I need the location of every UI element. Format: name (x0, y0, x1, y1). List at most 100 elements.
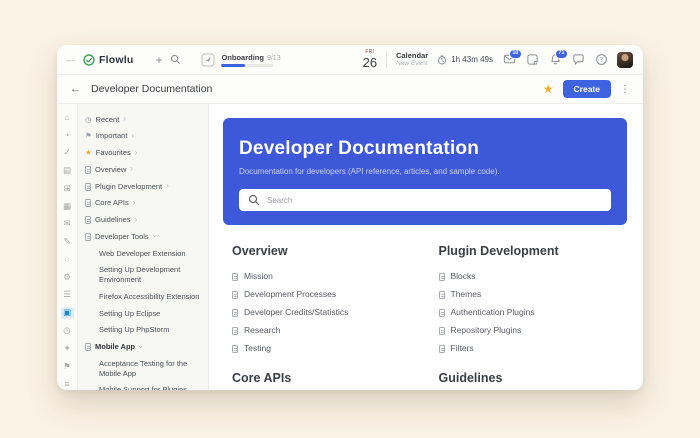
desktop-background: — Flowlu + Onboarding 9/13 FRI 26 Calend… (0, 0, 700, 438)
kb-article-link[interactable]: Authentication Plugins (438, 303, 618, 321)
kb-search-icon (248, 194, 260, 206)
kb-article-label: Filters (450, 343, 474, 353)
day-number: 26 (362, 55, 378, 70)
calendar-widget[interactable]: Calendar New Event (396, 51, 428, 69)
chevron-right-icon[interactable]: › (130, 165, 133, 173)
chevron-right-icon[interactable]: › (123, 115, 126, 123)
collapse-sidebar-icon[interactable]: — (66, 55, 75, 65)
rail-documents-icon[interactable]: ✎ (61, 235, 74, 247)
rail-apps-icon[interactable]: ⚑ (61, 360, 74, 372)
kb-article-link[interactable]: Mission (232, 267, 411, 285)
favourite-star-icon[interactable]: ★ (543, 83, 554, 95)
kb-banner: Developer Documentation Documentation fo… (223, 118, 627, 225)
kb-article-label: Development Processes (244, 289, 337, 299)
search-icon[interactable] (170, 54, 181, 65)
kb-search-input[interactable] (267, 195, 602, 205)
kb-article-link[interactable]: Developer Credits/Statistics (232, 303, 411, 321)
kb-article-link[interactable]: Themes (438, 285, 618, 303)
kb-content: Developer Documentation Documentation fo… (209, 104, 643, 390)
kb-article-link[interactable]: Repository Plugins (438, 321, 618, 339)
article-icon (438, 344, 445, 353)
rail-tasks-icon[interactable]: ✓ (61, 147, 74, 159)
kb-section-title[interactable]: Core APIs (232, 371, 411, 385)
help-button[interactable]: ? (594, 53, 608, 67)
tree-item[interactable]: Mobile App › (84, 339, 203, 356)
kb-section-title[interactable]: Overview (232, 244, 411, 258)
chevron-down-icon[interactable]: › (150, 235, 159, 238)
back-icon[interactable]: ← (70, 83, 81, 95)
notes-button[interactable] (525, 53, 539, 67)
tree-item[interactable]: ◷ Recent › (84, 111, 203, 128)
rail-crm-icon[interactable]: ◔ (61, 129, 74, 141)
tree-item[interactable]: Core APIs › (84, 195, 203, 212)
kb-article-link[interactable]: Development Processes (232, 285, 411, 303)
tree-item[interactable]: Mobile Support for Plugins (84, 382, 203, 390)
rail-automation-icon[interactable]: ⚙ (61, 271, 74, 283)
create-button[interactable]: Create (562, 80, 611, 98)
rail-team-icon[interactable]: ✦ (61, 342, 74, 354)
kb-article-label: Themes (450, 289, 482, 299)
app-body: ⌂ ◔ ✓ ▤ ⊞ ▦ ✉ ✎ ◌ ⚙ ☰ ▣ ◷ ✦ ⚑ ≡ ◷ Recent › ⚑ Important › ★ Fav… (57, 104, 643, 390)
article-icon (232, 344, 238, 353)
kb-tree-panel: ◷ Recent › ⚑ Important › ★ Favourites › Overview ›… (78, 104, 209, 390)
rail-mail-icon[interactable]: ✉ (61, 218, 74, 230)
kb-section-title[interactable]: Guidelines (439, 371, 618, 385)
rail-mindmaps-icon[interactable]: ◌ (61, 253, 74, 265)
rail-projects-icon[interactable]: ▤ (61, 164, 74, 176)
tree-item[interactable]: Setting Up PhpStorm (84, 322, 203, 339)
chevron-right-icon[interactable]: › (133, 198, 136, 207)
tree-item-label: Firefox Accessibility Extension (99, 291, 200, 301)
tree-item[interactable]: Acceptance Testing for the Mobile App (84, 355, 203, 382)
help-icon: ? (595, 54, 607, 65)
date-widget[interactable]: Fri 26 (362, 50, 378, 70)
tree-item[interactable]: Setting Up Development Environment (84, 262, 203, 289)
kb-article-link[interactable]: Filters (438, 339, 618, 357)
tree-item[interactable]: ★ Favourites › (84, 145, 203, 162)
tree-item[interactable]: Overview › (84, 161, 203, 178)
rail-agile-icon[interactable]: ☰ (61, 289, 74, 301)
kb-article-link[interactable]: Testing (232, 339, 411, 357)
chevron-down-icon[interactable]: › (136, 345, 145, 348)
rail-calendar-icon[interactable]: ▦ (61, 200, 74, 212)
top-bar-right: Fri 26 Calendar New Event 1h 43m 49s (362, 48, 633, 70)
kb-search-box[interactable] (239, 189, 611, 211)
tree-item[interactable]: Firefox Accessibility Extension (84, 288, 203, 305)
add-icon[interactable]: + (155, 54, 162, 66)
tree-item-label: Recent (95, 114, 120, 124)
notifications-button[interactable]: 71 (548, 48, 568, 67)
tree-item[interactable]: Plugin Development › (84, 178, 203, 195)
tree-item[interactable]: ⚑ Important › (84, 128, 203, 145)
rail-finance-icon[interactable]: ⊞ (61, 182, 74, 194)
rail-dashboard-icon[interactable]: ⌂ (61, 111, 74, 123)
article-icon (232, 326, 238, 335)
chevron-right-icon[interactable]: › (134, 215, 137, 224)
onboarding-widget[interactable]: Onboarding 9/13 (201, 52, 281, 67)
kb-section-title[interactable]: Plugin Development (439, 244, 618, 258)
chat-button[interactable] (571, 53, 585, 67)
time-tracker[interactable]: 1h 43m 49s (437, 55, 493, 65)
brand[interactable]: Flowlu (83, 54, 133, 66)
tree-item[interactable]: Web Developer Extension (84, 245, 203, 262)
top-bar: — Flowlu + Onboarding 9/13 FRI 26 Calend… (57, 45, 643, 75)
rail-knowledge-base-icon[interactable]: ▣ (60, 306, 74, 319)
messenger-badge: 10 (508, 48, 522, 59)
flag-icon: ⚑ (85, 131, 92, 141)
tree-item[interactable]: Developer Tools › (84, 228, 203, 245)
more-options-icon[interactable]: ⋮ (620, 84, 630, 95)
page-icon (85, 343, 91, 351)
chevron-right-icon[interactable]: › (166, 182, 169, 190)
kb-article-link[interactable]: Research (232, 321, 411, 339)
chevron-right-icon[interactable]: › (135, 148, 138, 157)
rail-reports-icon[interactable]: ◷ (61, 324, 74, 336)
messenger-button[interactable]: 10 (502, 48, 522, 67)
kb-article-label: Mission (244, 271, 273, 281)
user-avatar[interactable] (617, 51, 633, 68)
kb-article-label: Blocks (450, 271, 476, 281)
brand-name: Flowlu (99, 53, 134, 66)
tree-item[interactable]: Setting Up Eclipse (84, 305, 203, 322)
rail-settings-icon[interactable]: ≡ (61, 378, 74, 390)
tree-item[interactable]: Guidelines › (84, 212, 203, 229)
kb-article-link[interactable]: Blocks (438, 267, 618, 285)
onboarding-label: Onboarding (221, 52, 264, 62)
chevron-right-icon[interactable]: › (131, 131, 134, 140)
